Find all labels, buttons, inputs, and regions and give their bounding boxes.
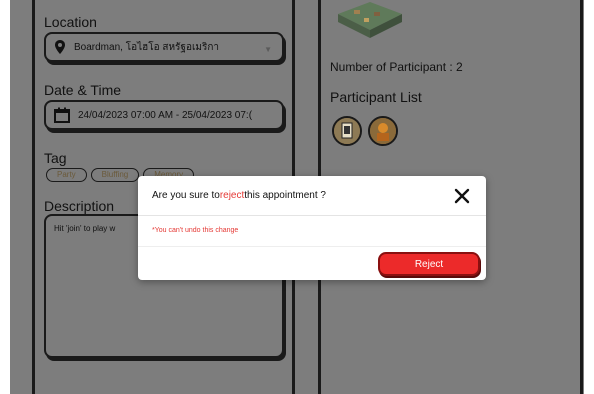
- game-board-image: [338, 2, 402, 38]
- dialog-title-suffix: this appointment ?: [244, 190, 326, 201]
- card-avatar-icon: [334, 118, 360, 144]
- participant-avatar[interactable]: [332, 116, 362, 146]
- dialog-title-action: reject: [219, 190, 245, 201]
- location-label: Location: [44, 14, 97, 30]
- warning-text: *You can't undo this change: [152, 227, 239, 234]
- calendar-icon: [54, 107, 70, 123]
- dialog-title: Are you sure to reject this appointment …: [138, 176, 486, 216]
- reject-button[interactable]: Reject: [378, 252, 480, 276]
- description-value: Hit 'join' to play w: [54, 224, 116, 233]
- datetime-field[interactable]: 24/04/2023 07:00 AM - 25/04/2023 07:(: [44, 100, 284, 130]
- participant-list-label: Participant List: [330, 89, 422, 105]
- datetime-label: Date & Time: [44, 82, 122, 98]
- character-avatar-icon: [370, 118, 396, 144]
- right-panel-border-right: [580, 0, 583, 394]
- description-label: Description: [44, 198, 115, 214]
- location-value: Boardman, โอไฮโอ สหรัฐอเมริกา: [74, 41, 219, 53]
- reject-confirmation-dialog: Are you sure to reject this appointment …: [138, 176, 486, 280]
- tag-chip[interactable]: Bluffing: [90, 168, 140, 182]
- left-panel-border: [32, 0, 35, 394]
- location-pin-icon: [55, 40, 65, 54]
- dialog-divider: [138, 246, 486, 247]
- tag-chip[interactable]: Party: [46, 168, 87, 182]
- location-field[interactable]: Boardman, โอไฮโอ สหรัฐอเมริกา ▼: [44, 32, 284, 62]
- dialog-title-prefix: Are you sure to: [152, 190, 220, 201]
- close-icon[interactable]: [454, 188, 470, 204]
- participant-avatar[interactable]: [368, 116, 398, 146]
- datetime-value: 24/04/2023 07:00 AM - 25/04/2023 07:(: [78, 109, 253, 121]
- tag-label: Tag: [44, 150, 67, 166]
- participant-count: Number of Participant : 2: [330, 60, 463, 74]
- chevron-down-icon: ▼: [264, 45, 272, 54]
